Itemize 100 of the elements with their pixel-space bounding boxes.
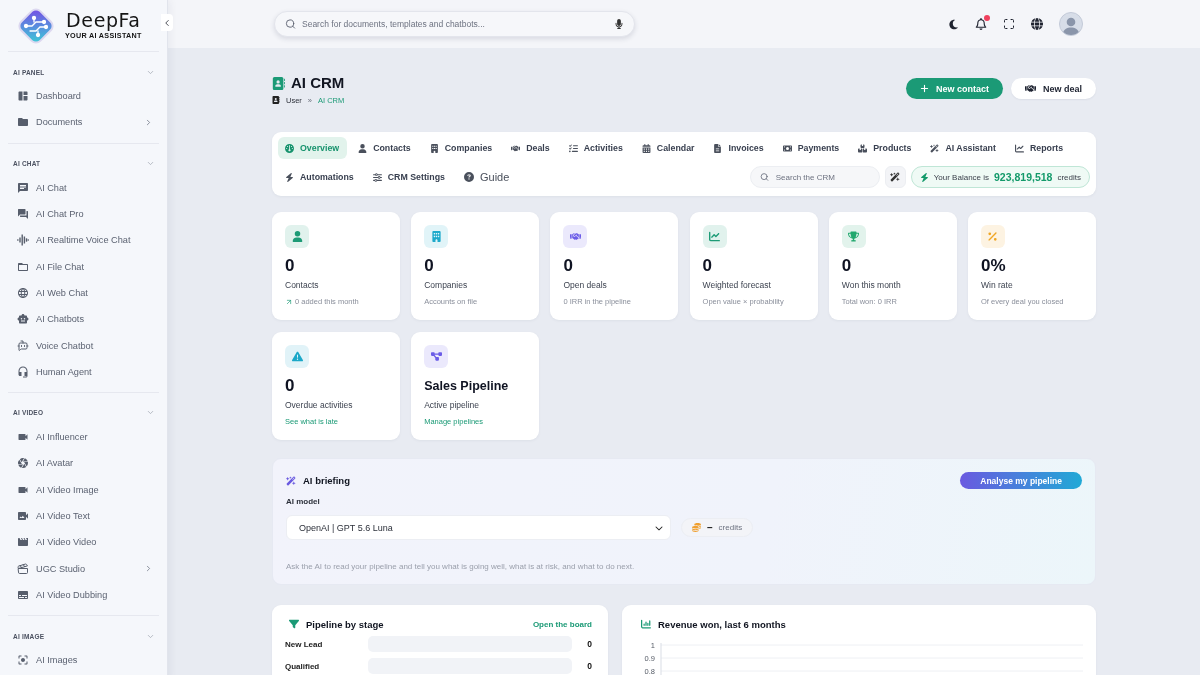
- subtitles-icon: [17, 588, 29, 601]
- panel-title: AI briefing: [303, 475, 350, 486]
- stat-value: 0: [424, 256, 435, 276]
- sidebar-item[interactable]: Documents: [8, 109, 159, 136]
- microphone-icon[interactable]: [614, 19, 624, 29]
- magic-wand-icon: [890, 172, 901, 182]
- funnel-icon: [289, 619, 299, 629]
- robot-bubble-icon: [17, 339, 29, 352]
- sidebar-item[interactable]: AI Realtime Voice Chat: [8, 227, 159, 254]
- contact-book-icon: [272, 76, 285, 90]
- sidebar-item[interactable]: UGC Studio: [8, 555, 159, 582]
- field-label: AI model: [286, 497, 321, 507]
- search-field[interactable]: Search for documents, templates and chatbots...: [274, 11, 635, 37]
- help-icon: [463, 172, 474, 182]
- tab[interactable]: Payments: [775, 137, 848, 159]
- sidebar-item[interactable]: AI Web Chat: [8, 279, 159, 307]
- folder-icon: [17, 116, 29, 129]
- help-link[interactable]: Guide: [456, 166, 518, 188]
- analyse-button[interactable]: Analyse my pipeline: [960, 472, 1082, 489]
- stage-name: New Lead: [285, 639, 324, 649]
- line-chart-icon: [1014, 143, 1024, 153]
- primary-button[interactable]: New contact: [905, 78, 1003, 99]
- lightning-icon: [919, 172, 929, 182]
- dashboard-icon: [17, 90, 29, 103]
- video-camera-icon: [17, 510, 29, 522]
- tab[interactable]: Companies: [422, 137, 501, 159]
- sidebar-item[interactable]: AI Video Image: [8, 476, 159, 503]
- search-field[interactable]: Search the CRM: [749, 166, 880, 188]
- globe-icon[interactable]: [1031, 18, 1043, 30]
- page-title: AI CRM: [291, 75, 345, 91]
- sidebar-item[interactable]: AI Avatar: [8, 450, 159, 477]
- tab[interactable]: Activities: [561, 137, 631, 159]
- hint-text: Ask the AI to read your pipeline and tell you what is going well, what is at risk, and what to do next.: [286, 562, 636, 572]
- sidebar-item[interactable]: AI Influencer: [8, 423, 159, 451]
- user-avatar[interactable]: [1059, 12, 1083, 36]
- tab[interactable]: Automations: [278, 166, 362, 188]
- collapse-sidebar-button[interactable]: [161, 14, 173, 31]
- plus-icon: [919, 84, 929, 93]
- stat-label: Overdue activities: [285, 400, 354, 410]
- cost-unit: credits: [718, 523, 743, 532]
- person-icon: [358, 143, 368, 153]
- bar-chart-icon: [641, 619, 651, 629]
- tab[interactable]: Calendar: [634, 137, 703, 159]
- tab[interactable]: Products: [851, 137, 920, 159]
- sidebar-item[interactable]: AI Video Dubbing: [8, 581, 159, 609]
- card-title: Pipeline by stage: [306, 618, 384, 630]
- stat-label: Win rate: [981, 280, 1014, 290]
- model-select[interactable]: OpenAI | GPT 5.6 Luna: [286, 515, 671, 540]
- tab[interactable]: Invoices: [706, 137, 772, 159]
- tab[interactable]: Deals: [504, 137, 558, 159]
- magic-wand-icon: [930, 143, 940, 153]
- tab[interactable]: Contacts: [351, 137, 419, 159]
- stat-label: Open deals: [563, 280, 608, 290]
- magic-wand-icon: [286, 475, 296, 486]
- bell-icon[interactable]: [975, 18, 987, 30]
- sidebar-item[interactable]: AI Video Video: [8, 529, 159, 556]
- chat-bubble-icon: [17, 181, 29, 194]
- stat-label: Companies: [424, 280, 469, 290]
- lightning-icon: [285, 172, 294, 182]
- clapperboard-icon: [17, 562, 29, 575]
- sidebar-item[interactable]: AI Chat Pro: [8, 200, 159, 228]
- focus-frame-icon: [17, 654, 29, 667]
- moon-icon[interactable]: [948, 18, 959, 30]
- stat-label: Contacts: [285, 280, 320, 290]
- stat-value: 0: [702, 256, 714, 276]
- stat-value: 0: [285, 256, 296, 276]
- headset-icon: [17, 365, 29, 378]
- card-link[interactable]: Open the board: [532, 619, 592, 629]
- card-title: Revenue won, last 6 months: [658, 618, 786, 630]
- sidebar-item[interactable]: Dashboard: [8, 83, 159, 110]
- balance-unit: credits: [1057, 172, 1081, 182]
- stat-title: Sales Pipeline: [424, 378, 510, 395]
- folder-icon: [17, 260, 29, 273]
- sidebar-item[interactable]: AI Chatbots: [8, 306, 159, 333]
- sidebar-item[interactable]: AI Video Text: [8, 502, 159, 530]
- tab[interactable]: Overview: [278, 137, 348, 159]
- stage-count: 0: [586, 661, 592, 671]
- sidebar-item[interactable]: AI Images: [8, 647, 159, 674]
- tab[interactable]: CRM Settings: [365, 166, 453, 188]
- brand-name: DeepFa: [66, 10, 141, 31]
- search-icon: [285, 18, 296, 30]
- tab[interactable]: AI Assistant: [923, 137, 1004, 159]
- sidebar-item[interactable]: AI File Chat: [8, 253, 159, 280]
- sidebar-item[interactable]: Voice Chatbot: [8, 332, 159, 359]
- chevron-left-icon: [162, 17, 172, 28]
- banknote-icon: [782, 143, 792, 153]
- secondary-button[interactable]: New deal: [1011, 78, 1096, 99]
- sidebar-item[interactable]: Human Agent: [8, 358, 159, 385]
- arrow-up-right-icon: [285, 297, 293, 306]
- sidebar-item[interactable]: AI Chat: [8, 174, 159, 201]
- document-icon: [713, 143, 723, 153]
- handshake-icon: [511, 143, 521, 153]
- contact-book-icon: [272, 96, 280, 104]
- tab[interactable]: Reports: [1007, 137, 1072, 159]
- sliders-icon: [372, 172, 382, 182]
- stat-value: 0: [841, 256, 853, 276]
- fullscreen-icon[interactable]: [1003, 18, 1015, 30]
- balance-label: Your Balance is: [933, 172, 990, 182]
- magic-wand-button[interactable]: [884, 166, 906, 188]
- clapperboard-icon: [17, 536, 29, 549]
